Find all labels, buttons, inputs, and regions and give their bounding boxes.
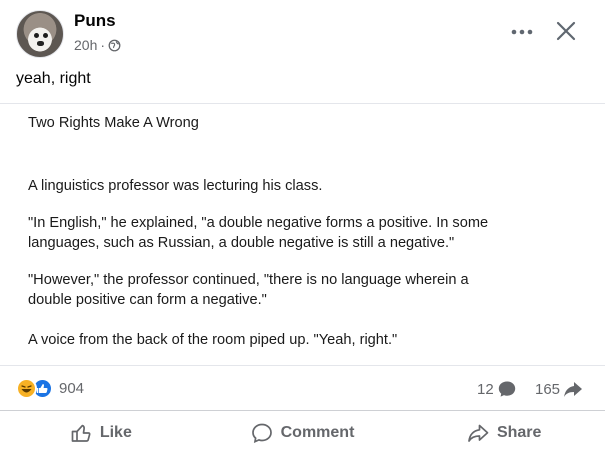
doc-title: Two Rights Make A Wrong	[28, 115, 199, 131]
doc-line: "In English," he explained, "a double ne…	[28, 215, 489, 231]
avatar-eye	[43, 33, 48, 38]
comment-button-label: Comment	[280, 424, 355, 441]
doc-line: double positive can form a negative."	[28, 292, 267, 308]
doc-line: "However," the professor continued, "the…	[28, 272, 469, 288]
globe-icon[interactable]	[108, 39, 121, 52]
thumbs-up-icon	[71, 424, 91, 442]
post-actions: Like Comment Share	[0, 412, 605, 454]
like-button[interactable]: Like	[0, 412, 202, 454]
like-button-label: Like	[99, 424, 132, 441]
comment-count[interactable]: 12	[477, 379, 517, 399]
comment-count-value: 12	[477, 380, 494, 398]
reaction-count: 904	[59, 380, 85, 397]
post-header: Puns 20h ·	[0, 0, 605, 64]
author-name[interactable]: Puns	[74, 11, 116, 31]
share-button[interactable]: Share	[403, 412, 605, 454]
avatar-nose	[37, 41, 44, 46]
post-time[interactable]: 20h	[74, 37, 97, 53]
doc-line: A linguistics professor was lecturing hi…	[28, 178, 323, 194]
haha-reaction-icon	[16, 378, 37, 399]
more-options-icon[interactable]	[508, 20, 536, 44]
doc-line: A voice from the back of the room piped …	[28, 332, 398, 348]
doc-line: languages, such as Russian, a double neg…	[28, 235, 455, 251]
comment-button[interactable]: Comment	[202, 412, 404, 454]
share-count[interactable]: 165	[535, 379, 583, 399]
author-avatar[interactable]	[16, 10, 64, 58]
meta-separator: ·	[100, 37, 106, 53]
post-meta: 20h ·	[74, 37, 121, 53]
post-stats: 904 12 165	[0, 366, 605, 411]
avatar-eye	[34, 33, 39, 38]
post-image[interactable]: Two Rights Make A Wrong A linguistics pr…	[0, 103, 605, 366]
comment-icon	[251, 423, 272, 443]
close-icon[interactable]	[553, 18, 579, 44]
comment-icon	[498, 381, 515, 397]
post-caption: yeah, right	[16, 70, 91, 87]
share-button-label: Share	[496, 424, 542, 441]
reactions-summary[interactable]: 904	[16, 378, 84, 399]
share-arrow-icon	[468, 424, 489, 442]
share-icon	[564, 382, 583, 397]
share-count-value: 165	[535, 380, 561, 398]
